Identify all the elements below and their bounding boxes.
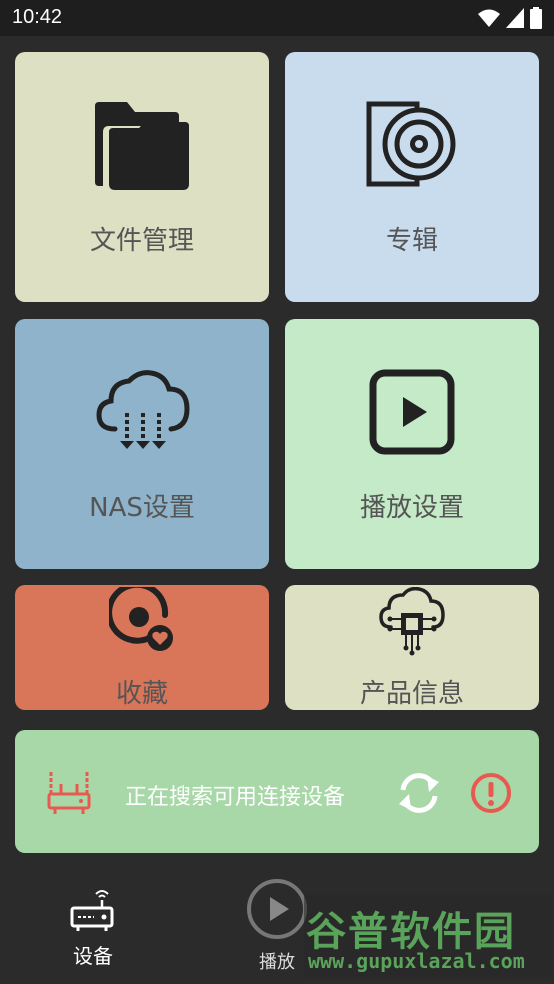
- watermark: 谷普软件园 www.gupuxlazal.com: [304, 895, 552, 977]
- status-bar: 10:42: [0, 0, 554, 36]
- nav-item-play-label: 播放: [259, 952, 295, 973]
- tile-file-manager[interactable]: 文件管理: [15, 52, 269, 302]
- status-icons: [478, 7, 542, 29]
- tile-favorites-label: 收藏: [115, 679, 168, 709]
- tile-nas-settings-label: NAS设置: [89, 493, 195, 523]
- nav-item-device[interactable]: 设备: [60, 886, 126, 968]
- tile-product-info-label: 产品信息: [359, 679, 464, 709]
- disc-heart-icon: [109, 587, 173, 651]
- device-search-panel: 正在搜索可用连接设备: [15, 730, 539, 853]
- router-icon: [47, 772, 91, 814]
- folder-icon: [95, 102, 189, 190]
- disc-icon: [366, 101, 456, 187]
- wifi-icon: [478, 9, 500, 27]
- router-icon: [70, 890, 114, 931]
- play-square-icon: [369, 369, 455, 455]
- tile-nas-settings[interactable]: NAS设置: [15, 319, 269, 569]
- battery-icon: [530, 7, 542, 29]
- tile-album[interactable]: 专辑: [285, 52, 539, 302]
- refresh-icon[interactable]: [397, 772, 441, 814]
- tile-album-label: 专辑: [385, 226, 438, 256]
- tile-file-manager-label: 文件管理: [89, 226, 194, 256]
- nav-item-device-label: 设备: [73, 944, 113, 968]
- tile-play-settings[interactable]: 播放设置: [285, 319, 539, 569]
- alert-icon[interactable]: [470, 772, 512, 814]
- watermark-url: www.gupuxlazal.com: [308, 949, 525, 973]
- nav-item-play[interactable]: 播放: [240, 878, 314, 978]
- cloud-chip-icon: [379, 587, 445, 656]
- cloud-download-icon: [96, 370, 190, 449]
- tile-play-settings-label: 播放设置: [359, 493, 464, 523]
- play-circle-icon: [247, 879, 307, 939]
- tile-favorites[interactable]: 收藏: [15, 585, 269, 710]
- status-time: 10:42: [12, 6, 63, 28]
- tile-product-info[interactable]: 产品信息: [285, 585, 539, 710]
- device-search-status: 正在搜索可用连接设备: [125, 785, 346, 810]
- signal-icon: [506, 8, 524, 28]
